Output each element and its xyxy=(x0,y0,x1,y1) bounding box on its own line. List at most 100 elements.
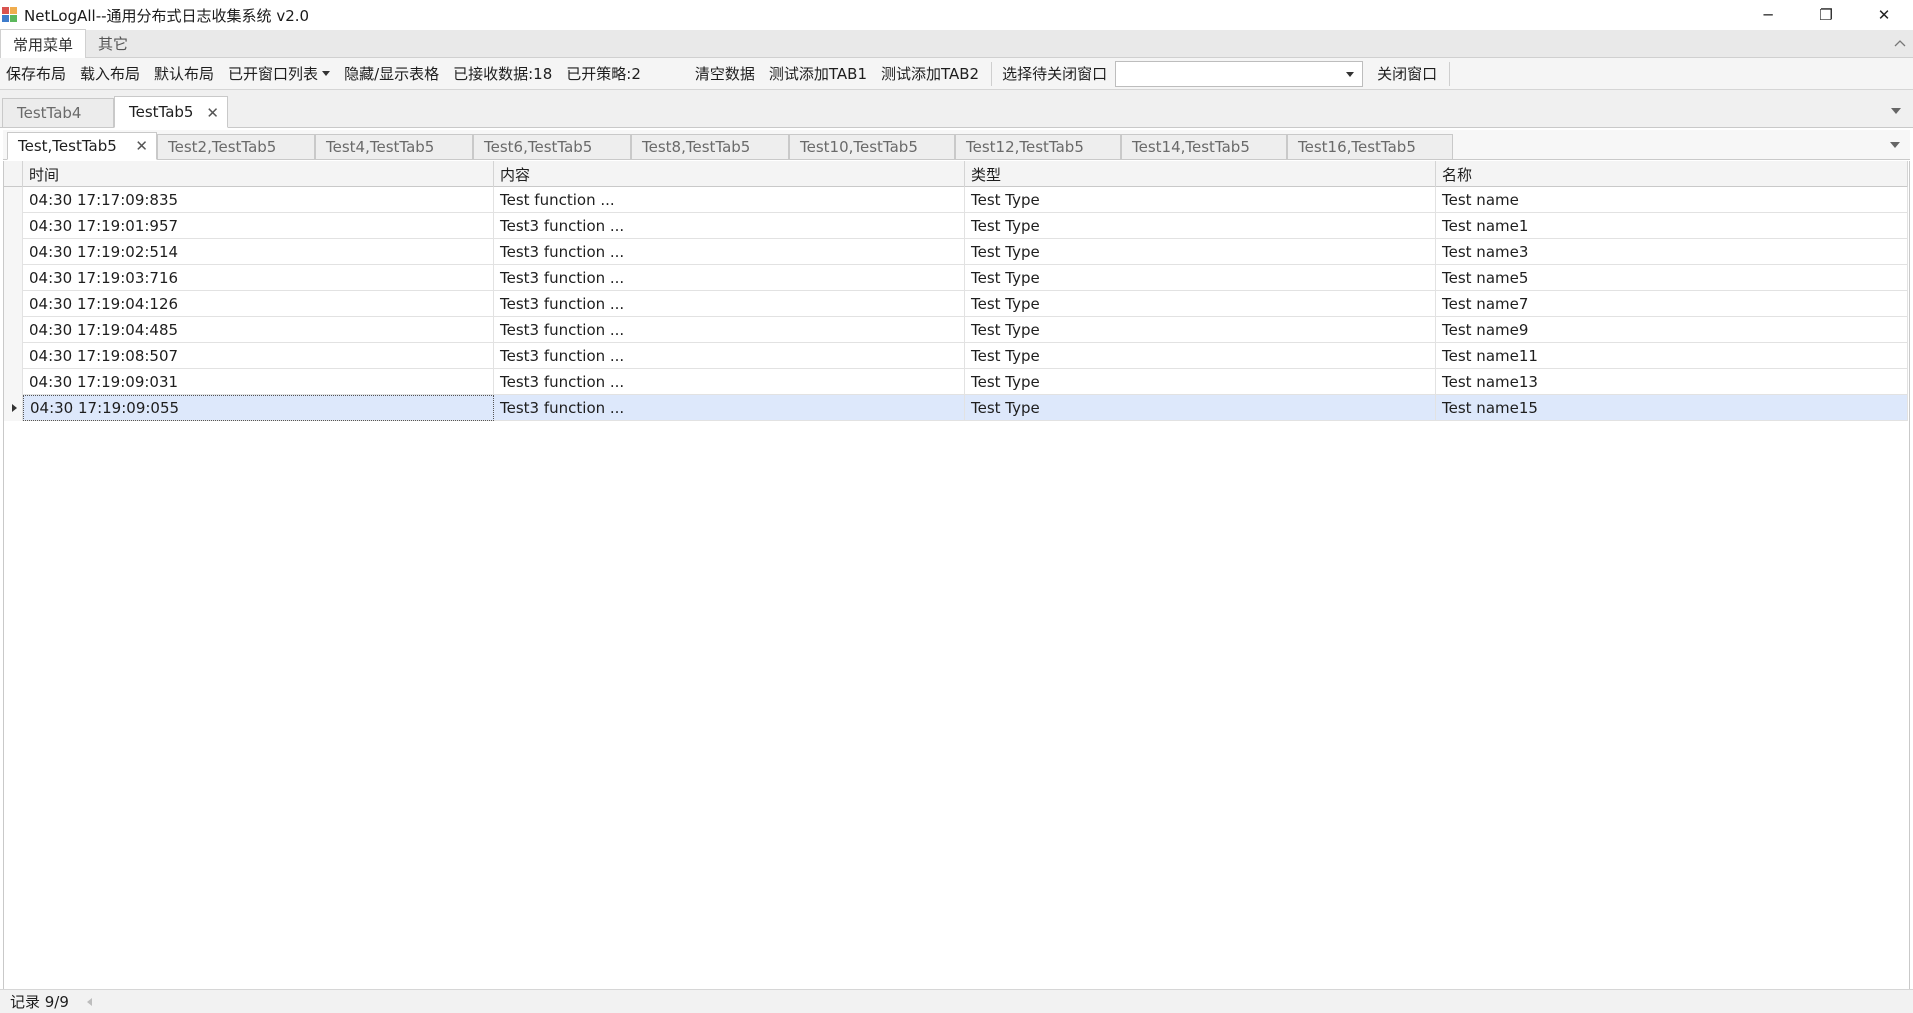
row-indicator[interactable] xyxy=(4,187,23,213)
table-cell[interactable]: Test name13 xyxy=(1436,369,1908,395)
ribbon-tab-common-menu[interactable]: 常用菜单 xyxy=(0,29,87,58)
row-indicator[interactable] xyxy=(4,291,23,317)
table-cell[interactable]: Test3 function ... xyxy=(494,213,965,239)
chevron-down-icon xyxy=(1346,71,1355,77)
doc-tab-testtab4[interactable]: TestTab4 xyxy=(2,98,114,128)
row-indicator[interactable] xyxy=(4,213,23,239)
table-cell[interactable]: Test name15 xyxy=(1436,395,1908,421)
column-header-name[interactable]: 名称 xyxy=(1436,161,1908,187)
row-indicator[interactable] xyxy=(4,343,23,369)
toggle-grid-button[interactable]: 隐藏/显示表格 xyxy=(338,60,447,88)
row-indicator[interactable] xyxy=(4,369,23,395)
inner-tab-test10[interactable]: Test10,TestTab5 xyxy=(789,134,955,160)
table-cell[interactable]: Test name11 xyxy=(1436,343,1908,369)
restore-button[interactable]: ❐ xyxy=(1797,0,1855,30)
test-add-tab1-button[interactable]: 测试添加TAB1 xyxy=(763,60,875,88)
window-title: NetLogAll--通用分布式日志收集系统 v2.0 xyxy=(24,6,310,25)
default-layout-button[interactable]: 默认布局 xyxy=(148,60,222,88)
table-cell[interactable]: Test Type xyxy=(965,265,1436,291)
title-bar: NetLogAll--通用分布式日志收集系统 v2.0 ─ ❐ ✕ xyxy=(0,0,1913,30)
row-indicator[interactable] xyxy=(4,317,23,343)
inner-tab-test8[interactable]: Test8,TestTab5 xyxy=(631,134,789,160)
inner-tab-label: Test6,TestTab5 xyxy=(484,138,593,156)
inner-tab-test4[interactable]: Test4,TestTab5 xyxy=(315,134,473,160)
ribbon-tab-strip: 常用菜单 其它 xyxy=(0,29,1913,58)
inner-tab-test16[interactable]: Test16,TestTab5 xyxy=(1287,134,1453,160)
table-row[interactable]: 04:30 17:19:03:716 Test3 function ... Test… xyxy=(4,265,1908,291)
table-row[interactable]: 04:30 17:17:09:835 Test function ... Test … xyxy=(4,187,1908,213)
doc-tab-label: TestTab5 xyxy=(129,103,194,121)
table-cell[interactable]: Test3 function ... xyxy=(494,239,965,265)
row-indicator[interactable] xyxy=(4,395,23,421)
table-cell[interactable]: Test function ... xyxy=(494,187,965,213)
table-cell[interactable]: 04:30 17:17:09:835 xyxy=(23,187,494,213)
table-cell[interactable]: Test Type xyxy=(965,187,1436,213)
table-cell[interactable]: Test Type xyxy=(965,369,1436,395)
inner-tab-test2[interactable]: Test2,TestTab5 xyxy=(157,134,315,160)
table-cell[interactable]: Test3 function ... xyxy=(494,395,965,421)
table-cell[interactable]: Test name1 xyxy=(1436,213,1908,239)
table-row[interactable]: 04:30 17:19:02:514 Test3 function ... Test… xyxy=(4,239,1908,265)
table-cell[interactable]: 04:30 17:19:09:031 xyxy=(23,369,494,395)
table-row[interactable]: 04:30 17:19:08:507 Test3 function ... Test… xyxy=(4,343,1908,369)
chevron-up-icon[interactable] xyxy=(1893,36,1907,50)
inner-tab-label: Test14,TestTab5 xyxy=(1132,138,1250,156)
scroll-left-icon[interactable] xyxy=(86,997,92,1006)
table-cell[interactable]: Test Type xyxy=(965,213,1436,239)
close-window-select[interactable] xyxy=(1115,60,1364,87)
row-indicator[interactable] xyxy=(4,239,23,265)
column-header-type[interactable]: 类型 xyxy=(965,161,1436,187)
inner-tab-test6[interactable]: Test6,TestTab5 xyxy=(473,134,631,160)
table-cell[interactable]: Test Type xyxy=(965,343,1436,369)
toolbar-separator xyxy=(991,61,993,86)
status-bar: 记录 9/9 xyxy=(0,989,1913,1013)
close-icon[interactable]: ✕ xyxy=(135,137,148,155)
table-cell[interactable]: 04:30 17:19:08:507 xyxy=(23,343,494,369)
table-cell[interactable]: Test3 function ... xyxy=(494,265,965,291)
minimize-button[interactable]: ─ xyxy=(1739,0,1797,30)
table-cell[interactable]: Test3 function ... xyxy=(494,369,965,395)
table-cell[interactable]: 04:30 17:19:04:485 xyxy=(23,317,494,343)
tab-list-dropdown-icon[interactable] xyxy=(1891,108,1901,114)
table-row[interactable]: 04:30 17:19:09:031 Test3 function ... Test… xyxy=(4,369,1908,395)
table-cell[interactable]: 04:30 17:19:03:716 xyxy=(23,265,494,291)
row-indicator[interactable] xyxy=(4,265,23,291)
table-cell[interactable]: Test Type xyxy=(965,395,1436,421)
column-header-time[interactable]: 时间 xyxy=(23,161,494,187)
clear-data-button[interactable]: 清空数据 xyxy=(689,60,763,88)
table-cell[interactable]: Test Type xyxy=(965,239,1436,265)
table-cell[interactable]: Test name xyxy=(1436,187,1908,213)
table-cell[interactable]: Test Type xyxy=(965,291,1436,317)
ribbon-tab-other[interactable]: 其它 xyxy=(86,29,140,57)
table-cell[interactable]: 04:30 17:19:01:957 xyxy=(23,213,494,239)
table-cell[interactable]: Test Type xyxy=(965,317,1436,343)
inner-tab-test14[interactable]: Test14,TestTab5 xyxy=(1121,134,1287,160)
column-header-content[interactable]: 内容 xyxy=(494,161,965,187)
table-cell[interactable]: Test name7 xyxy=(1436,291,1908,317)
table-cell[interactable]: Test name9 xyxy=(1436,317,1908,343)
doc-tab-testtab5[interactable]: TestTab5 ✕ xyxy=(114,96,228,128)
close-window-action-button[interactable]: 关闭窗口 xyxy=(1371,60,1445,88)
inner-tab-label: Test10,TestTab5 xyxy=(800,138,918,156)
table-cell[interactable]: Test3 function ... xyxy=(494,317,965,343)
table-row[interactable]: 04:30 17:19:04:126 Test3 function ... Test… xyxy=(4,291,1908,317)
table-cell[interactable]: 04:30 17:19:09:055 xyxy=(23,395,494,421)
inner-tab-test[interactable]: Test,TestTab5 ✕ xyxy=(7,132,157,160)
save-layout-button[interactable]: 保存布局 xyxy=(0,60,74,88)
table-cell[interactable]: Test name3 xyxy=(1436,239,1908,265)
close-icon[interactable]: ✕ xyxy=(206,104,219,122)
table-row[interactable]: 04:30 17:19:09:055 Test3 function ... Test… xyxy=(4,395,1908,421)
table-cell[interactable]: Test3 function ... xyxy=(494,291,965,317)
table-cell[interactable]: Test name5 xyxy=(1436,265,1908,291)
test-add-tab2-button[interactable]: 测试添加TAB2 xyxy=(875,60,987,88)
inner-tab-test12[interactable]: Test12,TestTab5 xyxy=(955,134,1121,160)
table-row[interactable]: 04:30 17:19:01:957 Test3 function ... Test… xyxy=(4,213,1908,239)
inner-tab-list-dropdown-icon[interactable] xyxy=(1890,142,1900,148)
close-window-button[interactable]: ✕ xyxy=(1855,0,1913,30)
open-windows-dropdown[interactable]: 已开窗口列表 xyxy=(222,60,338,88)
table-cell[interactable]: Test3 function ... xyxy=(494,343,965,369)
table-row[interactable]: 04:30 17:19:04:485 Test3 function ... Test… xyxy=(4,317,1908,343)
table-cell[interactable]: 04:30 17:19:02:514 xyxy=(23,239,494,265)
table-cell[interactable]: 04:30 17:19:04:126 xyxy=(23,291,494,317)
load-layout-button[interactable]: 载入布局 xyxy=(74,60,148,88)
